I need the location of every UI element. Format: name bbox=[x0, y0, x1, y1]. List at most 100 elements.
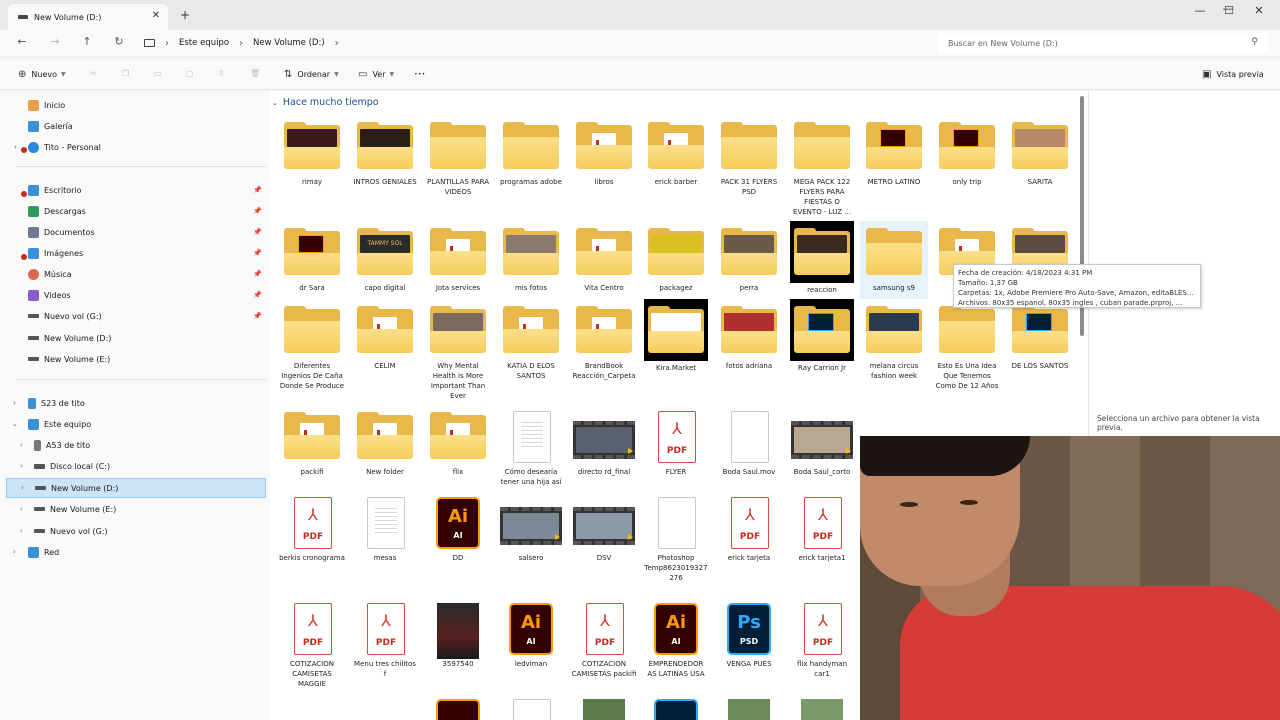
folder-intros-geniales[interactable]: INTROS GENIALES bbox=[351, 119, 419, 187]
video-salsero[interactable]: salsero bbox=[497, 495, 565, 563]
sidebar-item-nuevo-vol-g[interactable]: Nuevo vol (G:) 📌 bbox=[0, 306, 270, 326]
folder-perra[interactable]: perra bbox=[715, 225, 783, 293]
preview-pane-button[interactable]: ▣ Vista previa bbox=[1202, 69, 1264, 80]
chevron-right-icon[interactable]: › bbox=[20, 462, 23, 470]
sidebar-item-galeria[interactable]: Galería bbox=[0, 116, 270, 136]
breadcrumb-new-volume-d[interactable]: New Volume (D:) bbox=[253, 38, 325, 48]
chevron-right-icon[interactable]: › bbox=[21, 484, 24, 492]
pdf-cotizacion-camisetas-packifi[interactable]: ⅄ PDF COTIZACION CAMISETAS packifi bbox=[570, 601, 638, 679]
file-boda-saul-mov[interactable]: Boda Saul.mov bbox=[715, 409, 783, 477]
folder-flix[interactable]: flix bbox=[424, 409, 492, 477]
breadcrumb-este-equipo[interactable]: Este equipo bbox=[179, 38, 229, 48]
chevron-right-icon[interactable]: › bbox=[13, 548, 16, 556]
sidebar-item-new-volume-e-tree[interactable]: › New Volume (E:) bbox=[0, 499, 270, 519]
file-mesas[interactable]: mesas bbox=[351, 495, 419, 563]
folder-esto-es-una-idea[interactable]: Esto Es Una Idea Que Tenemos Como De 12 … bbox=[933, 303, 1001, 391]
chevron-right-icon[interactable]: › bbox=[14, 143, 17, 151]
folder-katia-de-los-santos[interactable]: KATIA D ELOS SANTOS bbox=[497, 303, 565, 381]
paste-icon[interactable]: ▭ bbox=[154, 69, 162, 78]
up-button[interactable]: ↑ bbox=[79, 35, 95, 48]
sidebar-item-musica[interactable]: Música 📌 bbox=[0, 264, 270, 284]
pdf-menu-tres-chilitos[interactable]: ⅄ PDF Menu tres chilitos f bbox=[351, 601, 419, 679]
file-como-desearia[interactable]: Cómo desearía tener una hija así bbox=[497, 409, 565, 487]
view-button[interactable]: ▭ Ver ▼ bbox=[358, 69, 394, 80]
tab-new-volume-d[interactable]: New Volume (D:) ✕ bbox=[8, 4, 168, 30]
more-options-icon[interactable]: ··· bbox=[414, 67, 425, 81]
pdf-erick-tarjeta[interactable]: ⅄ PDF erick tarjeta bbox=[715, 495, 783, 563]
image-partial[interactable] bbox=[570, 697, 638, 720]
sidebar-item-inicio[interactable]: Inicio bbox=[0, 95, 270, 115]
video-directo-rd-final[interactable]: directo rd_final bbox=[570, 409, 638, 477]
folder-jota-services[interactable]: Jota services bbox=[424, 225, 492, 293]
group-header[interactable]: ⌄ Hace mucho tiempo bbox=[272, 97, 379, 108]
copy-icon[interactable]: ❐ bbox=[122, 69, 129, 78]
chevron-right-icon[interactable]: › bbox=[20, 505, 23, 513]
folder-sarita[interactable]: SARITA bbox=[1006, 119, 1074, 187]
folder-plantillas-para-videos[interactable]: PLANTILLAS PARA VIDEOS bbox=[424, 119, 492, 197]
folder-why-mental-health[interactable]: Why Mental Health is More Important Than… bbox=[424, 303, 492, 401]
folder-fotos-adriana[interactable]: fotos adriana bbox=[715, 303, 783, 371]
sidebar-item-documentos[interactable]: Documentos 📌 bbox=[0, 222, 270, 242]
folder-dr-sara[interactable]: dr Sara bbox=[278, 225, 346, 293]
ai-dd[interactable]: Ai AI DD bbox=[424, 495, 492, 563]
minimize-icon[interactable]: — bbox=[1190, 4, 1210, 17]
pdf-cotizacion-camisetas-maggie[interactable]: ⅄ PDF COTIZACION CAMISETAS MAGGIE bbox=[278, 601, 346, 689]
pdf-berkis-cronograma[interactable]: ⅄ PDF berkis cronograma bbox=[278, 495, 346, 563]
folder-vita-centro[interactable]: Vita Centro bbox=[570, 225, 638, 293]
folder-ray-carrion-jr[interactable]: Ray Carrion Jr bbox=[788, 299, 856, 373]
maximize-button[interactable]: ☐ bbox=[1219, 4, 1239, 17]
image-partial-2[interactable] bbox=[715, 697, 783, 720]
sidebar-item-videos[interactable]: Videos 📌 bbox=[0, 285, 270, 305]
folder-capo-digital[interactable]: TAMMY SOL capo digital bbox=[351, 225, 419, 293]
delete-icon[interactable]: 🗑 bbox=[250, 69, 260, 78]
folder-new-folder[interactable]: New folder bbox=[351, 409, 419, 477]
folder-melana-circus[interactable]: melana circus fashion week bbox=[860, 303, 928, 381]
share-icon[interactable]: ⇪ bbox=[218, 69, 225, 78]
cut-icon[interactable]: ✂ bbox=[90, 69, 97, 78]
sort-button[interactable]: ⇅ Ordenar ▼ bbox=[284, 69, 339, 80]
image-3597540[interactable]: 3597540 bbox=[424, 601, 492, 669]
sidebar-item-new-volume-e[interactable]: New Volume (E:) bbox=[0, 349, 270, 369]
pdf-erick-tarjeta1[interactable]: ⅄ PDF erick tarjeta1 bbox=[788, 495, 856, 563]
close-window-button[interactable]: ✕ bbox=[1249, 4, 1269, 17]
folder-kira-market[interactable]: Kira.Market bbox=[642, 299, 710, 373]
sidebar-item-new-volume-d-tree[interactable]: › New Volume (D:) bbox=[6, 478, 266, 498]
video-dsv[interactable]: DSV bbox=[570, 495, 638, 563]
video-boda-saul-corto[interactable]: Boda Saul_corto bbox=[788, 409, 856, 477]
sidebar-item-descargas[interactable]: Descargas 📌 bbox=[0, 201, 270, 221]
image-partial-3[interactable] bbox=[788, 697, 856, 720]
forward-button[interactable]: → bbox=[47, 35, 63, 48]
folder-only-trip[interactable]: only trip bbox=[933, 119, 1001, 187]
folder-celim[interactable]: CELIM bbox=[351, 303, 419, 371]
folder-metro-latino[interactable]: METRO LATINO bbox=[860, 119, 928, 187]
breadcrumb[interactable]: › Este equipo › New Volume (D:) › bbox=[144, 33, 349, 53]
sidebar-item-red[interactable]: › Red bbox=[0, 542, 270, 562]
psd-partial[interactable] bbox=[642, 697, 710, 720]
chevron-right-icon[interactable]: › bbox=[13, 399, 16, 407]
refresh-button[interactable]: ↻ bbox=[111, 35, 127, 48]
ai-emprendedoras-latinas-usa[interactable]: Ai AI EMPRENDEDOR AS LATINAS USA bbox=[642, 601, 710, 679]
folder-brandbook-reaccion[interactable]: BrandBook Reacción_Carpeta bbox=[570, 303, 638, 381]
sidebar-item-a53-de-tito[interactable]: › A53 de tito bbox=[0, 435, 270, 455]
back-button[interactable]: ← bbox=[14, 35, 30, 48]
sidebar-item-este-equipo[interactable]: ⌄ Este equipo bbox=[0, 414, 270, 434]
file-photoshop-temp[interactable]: Photoshop Temp8623019327276 bbox=[642, 495, 710, 583]
sidebar-item-s23-de-tito[interactable]: › S23 de tito bbox=[0, 393, 270, 413]
folder-mis-fotos[interactable]: mis fotos bbox=[497, 225, 565, 293]
folder-samsung-s9[interactable]: samsung s9 bbox=[860, 221, 928, 299]
search-input[interactable]: Buscar en New Volume (D:) ⚲ bbox=[938, 33, 1268, 54]
folder-pack-31-flyers-psd[interactable]: PACK 31 FLYERS PSD bbox=[715, 119, 783, 197]
pdf-flix-handyman-car1[interactable]: ⅄ PDF flix handyman car1 bbox=[788, 601, 856, 679]
folder-rimay[interactable]: rimay bbox=[278, 119, 346, 187]
folder-packagez[interactable]: packagez bbox=[642, 225, 710, 293]
sidebar-item-nuevo-vol-g-tree[interactable]: › Nuevo vol (G:) bbox=[0, 521, 270, 541]
folder-reaccion[interactable]: reaccion bbox=[788, 221, 856, 295]
chevron-right-icon[interactable]: › bbox=[20, 527, 23, 535]
file-partial[interactable] bbox=[497, 697, 565, 720]
psd-venga-pues[interactable]: Ps PSD VENGA PUES bbox=[715, 601, 783, 669]
breadcrumb-separator[interactable]: › bbox=[335, 38, 339, 49]
folder-de-los-santos[interactable]: DE LOS SANTOS bbox=[1006, 303, 1074, 371]
pdf-flyer[interactable]: ⅄ PDF FLYER bbox=[642, 409, 710, 477]
chevron-down-icon[interactable]: ⌄ bbox=[12, 420, 18, 428]
sidebar-item-new-volume-d[interactable]: New Volume (D:) bbox=[0, 328, 270, 348]
